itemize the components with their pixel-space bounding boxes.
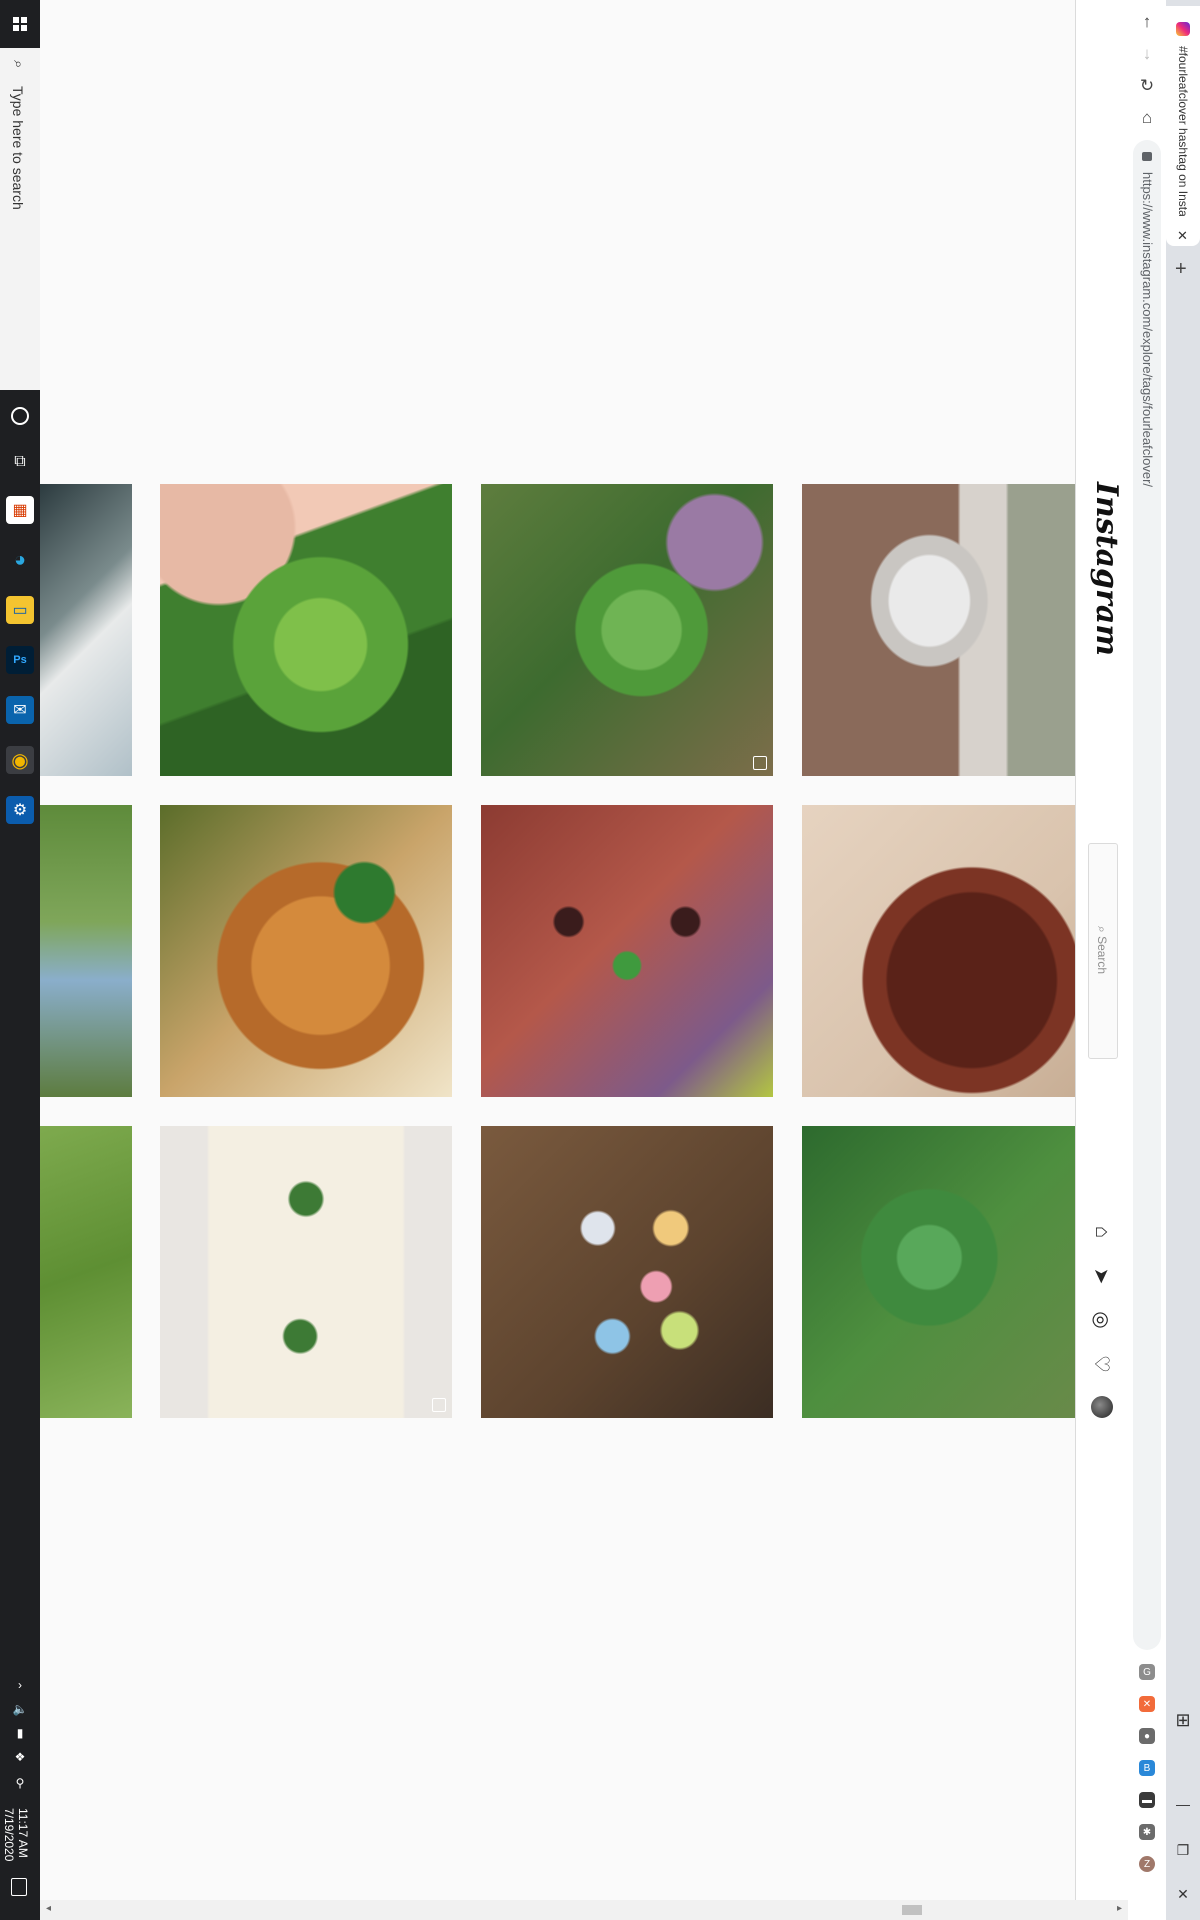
post-tile-red-hair[interactable] (802, 805, 1075, 1097)
post-tile-clover-fingers[interactable] (160, 484, 452, 776)
windows-logo-icon (13, 17, 27, 31)
horizontal-scrollbar[interactable]: ◂ ▸ (40, 1900, 1128, 1920)
instagram-nav-bar: Instagram ⌕ Search ⌂ ➤ ◎ ♡ (1075, 0, 1129, 1900)
photoshop-icon[interactable]: Ps (6, 646, 34, 674)
outlook-icon[interactable]: ✉ (6, 696, 34, 724)
post-tile-partial-1[interactable] (40, 484, 132, 776)
profile-avatar[interactable] (1091, 1396, 1113, 1418)
taskbar-search-placeholder: Type here to search (10, 86, 26, 210)
chrome-icon[interactable]: ◉ (6, 746, 34, 774)
post-tile-clover-vase[interactable] (802, 484, 1075, 776)
instagram-search-placeholder: ⌕ Search (1095, 926, 1109, 975)
instagram-page (40, 0, 1075, 1900)
home-button-icon[interactable]: ⌂ (1135, 106, 1159, 130)
post-tile-partial-3[interactable] (40, 1126, 132, 1418)
tab-close-icon[interactable]: ✕ (1177, 228, 1188, 244)
windows-taskbar: ⌕ Type here to search ⧉ ▦ ◕ ▭ Ps ✉ ◉ ⚙ ›… (0, 0, 41, 1920)
minimize-button[interactable]: — (1175, 1796, 1191, 1812)
battery-icon[interactable]: ▮ (8, 1726, 32, 1740)
speaker-icon[interactable]: 🔈 (8, 1702, 32, 1716)
tab-instagram[interactable]: #fourleafclover hashtag on Insta ✕ (1166, 6, 1200, 246)
instagram-logo[interactable]: Instagram (1089, 482, 1124, 656)
tab-title: #fourleafclover hashtag on Insta (1176, 46, 1190, 216)
back-icon[interactable]: ↑ (1135, 10, 1159, 34)
scroll-left-icon[interactable]: ◂ (46, 1903, 51, 1914)
clock-time: 11:17 AM (16, 1808, 30, 1858)
edge-icon[interactable]: ◕ (6, 546, 34, 574)
g-extension-icon[interactable]: G (1139, 1664, 1155, 1680)
taskbar-clock[interactable]: 11:17 AM 7/19/2020 (2, 1808, 30, 1861)
instagram-favicon-icon (1176, 22, 1190, 36)
task-view-icon[interactable]: ⧉ (6, 448, 34, 476)
post-tile-clover-rings[interactable] (481, 1126, 773, 1418)
post-tile-clover-ring[interactable] (160, 805, 452, 1097)
scroll-right-icon[interactable]: ▸ (1117, 1903, 1122, 1914)
tab-strip: #fourleafclover hashtag on Insta ✕ + ⊞ —… (1166, 0, 1200, 1920)
post-tile-clover-patch[interactable] (802, 1126, 1075, 1418)
direct-icon[interactable]: ➤ (1090, 1264, 1114, 1288)
network-icon[interactable]: ⚲ (8, 1776, 32, 1790)
carousel-icon (753, 756, 767, 770)
x-extension-icon[interactable]: ✕ (1139, 1696, 1155, 1712)
store-icon[interactable]: ▦ (6, 496, 34, 524)
instagram-search-input[interactable]: ⌕ Search (1088, 843, 1118, 1059)
address-url[interactable]: https://www.instagram.com/explore/tags/f… (1140, 172, 1155, 487)
circle-extension-icon[interactable]: ● (1139, 1728, 1155, 1744)
forward-icon[interactable]: ↓ (1135, 42, 1159, 66)
activity-heart-icon[interactable]: ♡ (1090, 1352, 1114, 1376)
action-center-icon[interactable] (11, 1878, 27, 1896)
post-tile-clover-grass[interactable] (481, 484, 773, 776)
settings-icon[interactable]: ⚙ (6, 796, 34, 824)
new-tab-button[interactable]: + (1175, 258, 1187, 281)
reload-icon[interactable]: ↻ (1135, 74, 1159, 98)
b-extension-icon[interactable]: B (1139, 1760, 1155, 1776)
post-tile-clover-leather[interactable] (481, 805, 773, 1097)
post-tile-partial-2[interactable] (40, 805, 132, 1097)
clock-date: 7/19/2020 (2, 1808, 16, 1862)
dropbox-icon[interactable]: ❖ (8, 1750, 32, 1764)
start-button[interactable] (0, 0, 40, 48)
home-icon[interactable]: ⌂ (1090, 1220, 1114, 1244)
scrollbar-thumb[interactable] (902, 1905, 922, 1915)
tray-chevron-icon[interactable]: › (8, 1678, 32, 1692)
puzzle-extension-icon[interactable]: ✱ (1139, 1824, 1155, 1840)
lock-icon[interactable] (1142, 152, 1152, 161)
post-tile-pressed-clover-book[interactable] (160, 1126, 452, 1418)
taskbar-search-box[interactable]: ⌕ Type here to search (0, 48, 41, 390)
carousel-icon (432, 1398, 446, 1412)
card-extension-icon[interactable]: ▬ (1139, 1792, 1155, 1808)
profile-avatar-icon[interactable]: Z (1139, 1856, 1155, 1872)
file-explorer-icon[interactable]: ▭ (6, 596, 34, 624)
cortana-icon[interactable] (6, 402, 34, 430)
restore-button[interactable]: ❐ (1175, 1842, 1191, 1859)
close-window-button[interactable]: ✕ (1175, 1886, 1191, 1903)
search-icon: ⌕ (10, 60, 27, 69)
explore-icon[interactable]: ◎ (1090, 1308, 1114, 1332)
layout-icon[interactable]: ⊞ (1175, 1710, 1191, 1731)
